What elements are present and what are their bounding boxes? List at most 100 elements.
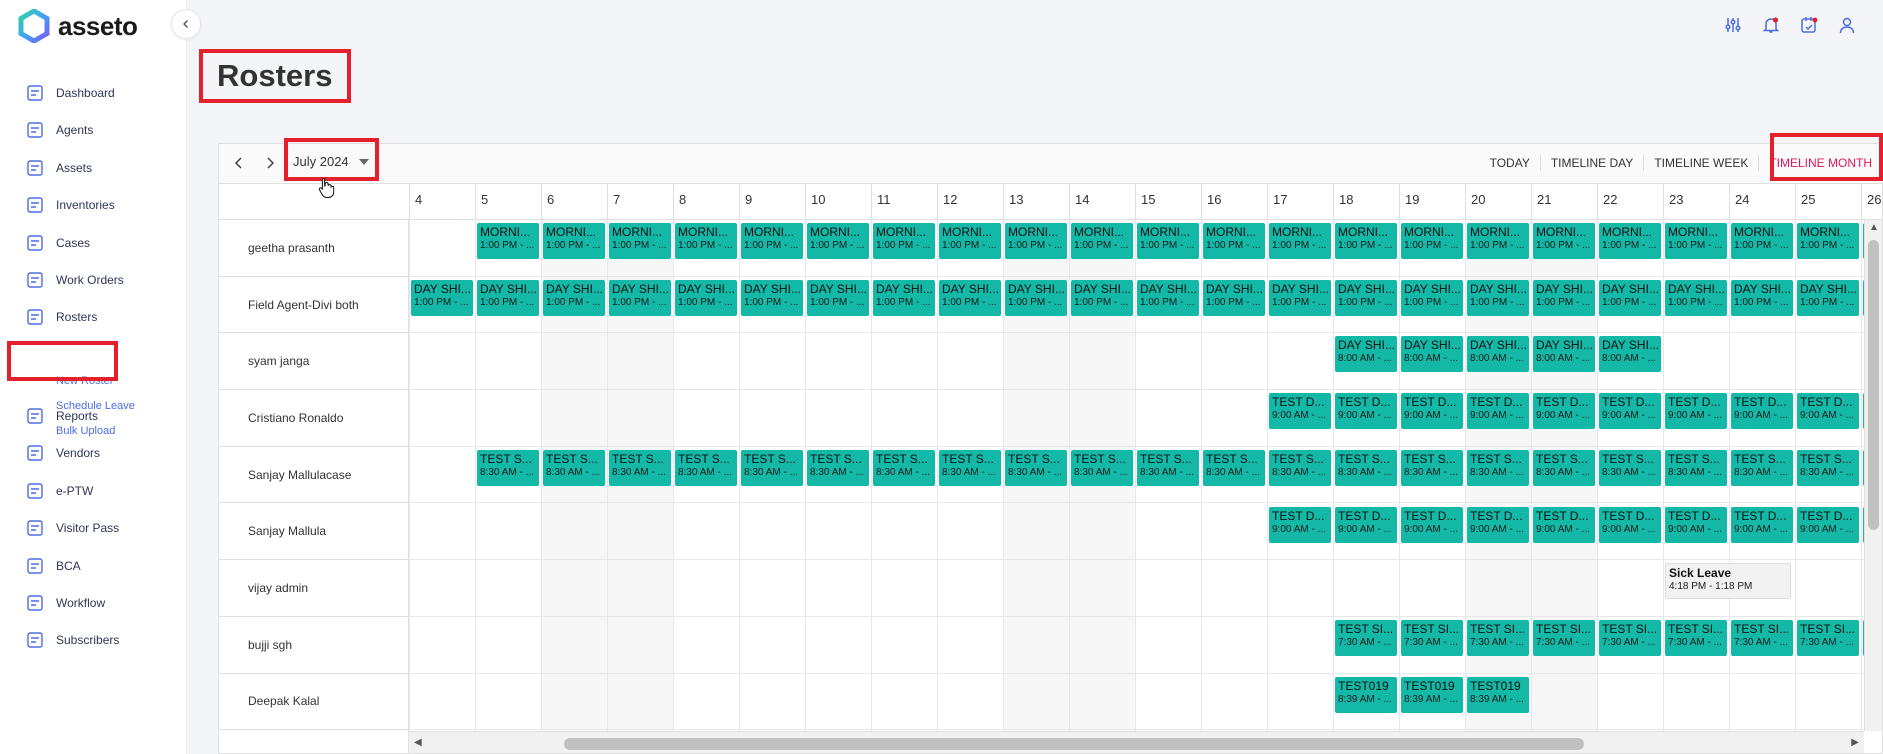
shift-event[interactable]: DAY SHI...1:00 PM - ...	[939, 279, 1001, 316]
vertical-scrollbar[interactable]: ▲	[1864, 220, 1882, 731]
shift-event[interactable]: DAY SHI...1:00 PM - ...	[1335, 279, 1397, 316]
shift-event[interactable]: TEST S...8:30 AM - ...	[1731, 449, 1793, 486]
shift-event[interactable]: MORNI...1:00 PM - ...	[873, 223, 935, 259]
shift-event[interactable]: MORNI...1:00 PM - ...	[1203, 223, 1265, 259]
sidebar-item-inventories[interactable]: Inventories	[24, 190, 115, 220]
shift-event[interactable]: DAY SHI...1:00 PM - ...	[477, 279, 539, 316]
sidebar-item-dashboard[interactable]: Dashboard	[24, 78, 115, 108]
leave-event[interactable]: Sick Leave 4:18 PM - 1:18 PM	[1665, 563, 1791, 600]
shift-event[interactable]: MORNI...1:00 PM - ...	[1005, 223, 1067, 259]
shift-event[interactable]: TEST S...8:30 AM - ...	[543, 449, 605, 486]
shift-event[interactable]: MORNI...1:00 PM - ...	[1797, 223, 1859, 259]
shift-event[interactable]: DAY SHI...1:00 PM - ...	[1269, 279, 1331, 316]
view-today[interactable]: TODAY	[1480, 155, 1540, 171]
sidebar-item-work-orders[interactable]: Work Orders	[24, 265, 124, 295]
shift-event[interactable]: MORNI...1:00 PM - ...	[675, 223, 737, 259]
shift-event[interactable]: TEST D...9:00 AM - ...	[1731, 506, 1793, 543]
shift-event[interactable]: DAY SHI...1:00 PM - ...	[1005, 279, 1067, 316]
shift-event[interactable]: TEST S...8:30 AM - ...	[477, 449, 539, 486]
shift-event[interactable]: TEST D...9:00 AM - ...	[1533, 506, 1595, 543]
shift-event[interactable]: MORNI...1:00 PM - ...	[1599, 223, 1661, 259]
shift-event[interactable]: TEST D...9:00 AM - ...	[1401, 393, 1463, 430]
collapse-sidebar-button[interactable]	[171, 9, 201, 39]
sidebar-item-assets[interactable]: Assets	[24, 153, 92, 183]
shift-event[interactable]: MORNI...1:00 PM - ...	[807, 223, 869, 259]
shift-event[interactable]: TEST SI...7:30 AM - ...	[1533, 619, 1595, 656]
shift-event[interactable]: DAY SHI...1:00 PM - ...	[1599, 279, 1661, 316]
shift-event[interactable]: DAY SHI... 8:00 AM - ...	[1599, 336, 1661, 373]
shift-event[interactable]: TEST019 8:39 AM - ...	[1467, 676, 1529, 713]
shift-event[interactable]: TEST S...8:30 AM - ...	[1203, 449, 1265, 486]
shift-event[interactable]: TEST S...8:30 AM - ...	[1005, 449, 1067, 486]
task-calendar-icon[interactable]	[1797, 13, 1821, 37]
shift-event[interactable]: TEST D...9:00 AM - ...	[1599, 506, 1661, 543]
sidebar-item-workflow[interactable]: Workflow	[24, 588, 105, 618]
next-period-button[interactable]	[260, 153, 280, 173]
sidebar-item-bca[interactable]: BCA	[24, 551, 81, 581]
shift-event[interactable]: DAY SHI...1:00 PM - ...	[873, 279, 935, 316]
horizontal-scrollbar[interactable]: ◀ ▶	[409, 731, 1864, 753]
shift-event[interactable]: TEST S...8:30 AM - ...	[1599, 449, 1661, 486]
shift-event[interactable]: DAY SHI...1:00 PM - ...	[1797, 279, 1859, 316]
shift-event[interactable]: DAY SHI...1:00 PM - ...	[1533, 279, 1595, 316]
horizontal-scroll-thumb[interactable]	[564, 738, 1584, 750]
shift-event[interactable]: MORNI...1:00 PM - ...	[939, 223, 1001, 259]
shift-event[interactable]: MORNI...1:00 PM - ...	[1269, 223, 1331, 259]
shift-event[interactable]: DAY SHI...1:00 PM - ...	[411, 279, 473, 316]
shift-event[interactable]: TEST S...8:30 AM - ...	[1797, 449, 1859, 486]
shift-event[interactable]: TEST D...9:00 AM - ...	[1599, 393, 1661, 430]
shift-event[interactable]: DAY SHI...1:00 PM - ...	[1071, 279, 1133, 316]
shift-event[interactable]: TEST D...9:00 AM - ...	[1335, 506, 1397, 543]
shift-event[interactable]: DAY SHI... 8:00 AM - ...	[1467, 336, 1529, 373]
date-range-selector[interactable]: July 2024	[293, 154, 369, 169]
shift-event[interactable]: TEST D...9:00 AM - ...	[1533, 393, 1595, 430]
shift-event[interactable]: TEST SI...7:30 AM - ...	[1797, 619, 1859, 656]
shift-event[interactable]: TEST D...9:00 AM - ...	[1269, 393, 1331, 430]
sidebar-item-agents[interactable]: Agents	[24, 115, 93, 145]
shift-event[interactable]: MORNI...1:00 PM - ...	[477, 223, 539, 259]
shift-event[interactable]: TEST D...9:00 AM - ...	[1665, 393, 1727, 430]
shift-event[interactable]: DAY SHI... 8:00 AM - ...	[1335, 336, 1397, 373]
shift-event[interactable]: MORNI...1:00 PM - ...	[1401, 223, 1463, 259]
shift-event[interactable]: TEST SI...7:30 AM - ...	[1401, 619, 1463, 656]
shift-event[interactable]: DAY SHI...1:00 PM - ...	[1731, 279, 1793, 316]
sidebar-item-visitor-pass[interactable]: Visitor Pass	[24, 513, 119, 543]
sidebar-item-rosters[interactable]: Rosters	[24, 302, 97, 332]
shift-event[interactable]: TEST S...8:30 AM - ...	[1467, 449, 1529, 486]
shift-event[interactable]: MORNI...1:00 PM - ...	[1665, 223, 1727, 259]
shift-event[interactable]: TEST D...9:00 AM - ...	[1467, 506, 1529, 543]
shift-event[interactable]: TEST S...8:30 AM - ...	[1137, 449, 1199, 486]
scroll-right-icon[interactable]: ▶	[1851, 737, 1859, 748]
shift-event[interactable]: TEST D...9:00 AM - ...	[1797, 506, 1859, 543]
shift-event[interactable]: TEST D...9:00 AM - ...	[1731, 393, 1793, 430]
view-timeline-week[interactable]: TIMELINE WEEK	[1643, 155, 1758, 171]
scroll-left-icon[interactable]: ◀	[414, 737, 422, 748]
sidebar-subitem-bulk-upload[interactable]: Bulk Upload	[56, 425, 115, 437]
logo[interactable]: asseto	[18, 8, 138, 44]
shift-event[interactable]: DAY SHI...1:00 PM - ...	[741, 279, 803, 316]
shift-event[interactable]: DAY SHI...1:00 PM - ...	[1665, 279, 1727, 316]
shift-event[interactable]: DAY SHI... 8:00 AM - ...	[1401, 336, 1463, 373]
shift-event[interactable]: TEST SI...7:30 AM - ...	[1467, 619, 1529, 656]
sidebar-item-subscribers[interactable]: Subscribers	[24, 625, 119, 655]
scroll-up-icon[interactable]: ▲	[1869, 222, 1879, 233]
notification-bell-icon[interactable]	[1759, 13, 1783, 37]
shift-event[interactable]: DAY SHI...1:00 PM - ...	[1401, 279, 1463, 316]
shift-event[interactable]: MORNI...1:00 PM - ...	[1731, 223, 1793, 259]
shift-event[interactable]: DAY SHI...1:00 PM - ...	[1137, 279, 1199, 316]
filter-sliders-icon[interactable]	[1721, 13, 1745, 37]
shift-event[interactable]: DAY SHI...1:00 PM - ...	[675, 279, 737, 316]
shift-event[interactable]: TEST S...8:30 AM - ...	[1335, 449, 1397, 486]
shift-event[interactable]: MORNI...1:00 PM - ...	[1467, 223, 1529, 259]
shift-event[interactable]: TEST S...8:30 AM - ...	[807, 449, 869, 486]
sidebar-item-e-ptw[interactable]: e-PTW	[24, 476, 93, 506]
shift-event[interactable]: MORNI...1:00 PM - ...	[1071, 223, 1133, 259]
shift-event[interactable]: TEST019 8:39 AM - ...	[1401, 676, 1463, 713]
shift-event[interactable]: DAY SHI...1:00 PM - ...	[807, 279, 869, 316]
previous-period-button[interactable]	[229, 153, 249, 173]
shift-event[interactable]: MORNI...1:00 PM - ...	[1137, 223, 1199, 259]
shift-event[interactable]: TEST S...8:30 AM - ...	[1401, 449, 1463, 486]
shift-event[interactable]: TEST S...8:30 AM - ...	[741, 449, 803, 486]
shift-event[interactable]: TEST S...8:30 AM - ...	[1071, 449, 1133, 486]
view-timeline-month[interactable]: TIMELINE MONTH	[1758, 155, 1882, 171]
